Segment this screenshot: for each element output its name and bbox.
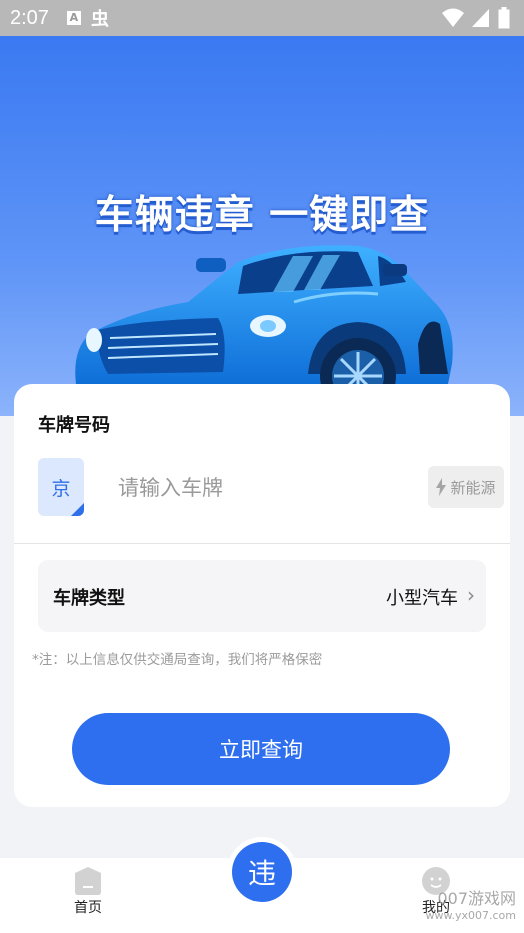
plate-type-label: 车牌类型 <box>53 588 125 609</box>
status-icons <box>442 7 510 29</box>
violation-icon: 违 <box>247 857 276 890</box>
bolt-icon <box>436 478 447 496</box>
new-energy-label: 新能源 <box>450 478 496 497</box>
hero-banner: 车辆违章 一键即查 <box>0 36 524 416</box>
province-value: 京 <box>51 477 71 500</box>
tab-home-label: 首页 <box>74 900 102 916</box>
query-card: 车牌号码 京 新能源 车牌类型 小型汽车 › *注：以上信息仅供交通局查询，我们… <box>14 384 510 807</box>
province-selector[interactable]: 京 <box>38 458 84 516</box>
watermark: 007游戏网 www.yx007.com <box>426 890 516 924</box>
new-energy-button[interactable]: 新能源 <box>428 466 504 508</box>
watermark-site: 007游戏网 <box>437 889 516 908</box>
home-icon <box>75 867 101 895</box>
hero-title: 车辆违章 一键即查 <box>94 193 430 238</box>
plate-type-value: 小型汽车 <box>386 588 458 609</box>
plate-type-row[interactable]: 车牌类型 小型汽车 › <box>38 560 486 632</box>
status-bar: 2:07 A 虫 <box>0 0 524 36</box>
plate-number-input[interactable] <box>118 472 408 504</box>
status-time: 2:07 <box>10 6 49 29</box>
tab-home[interactable]: 首页 <box>48 858 128 917</box>
signal-icon <box>472 9 489 27</box>
debug-bug-icon: 虫 <box>90 9 109 30</box>
divider <box>14 543 510 544</box>
query-button[interactable]: 立即查询 <box>72 713 450 785</box>
corner-triangle-icon <box>71 503 84 516</box>
violation-center-button[interactable]: 违 <box>232 842 292 902</box>
plate-number-label: 车牌号码 <box>38 415 110 436</box>
wifi-icon <box>442 8 464 27</box>
battery-icon <box>498 7 510 29</box>
watermark-url: www.yx007.com <box>425 909 516 922</box>
privacy-note: *注：以上信息仅供交通局查询，我们将严格保密 <box>32 652 323 668</box>
chevron-right-icon: › <box>467 583 475 607</box>
notification-a-icon: A <box>66 11 81 25</box>
